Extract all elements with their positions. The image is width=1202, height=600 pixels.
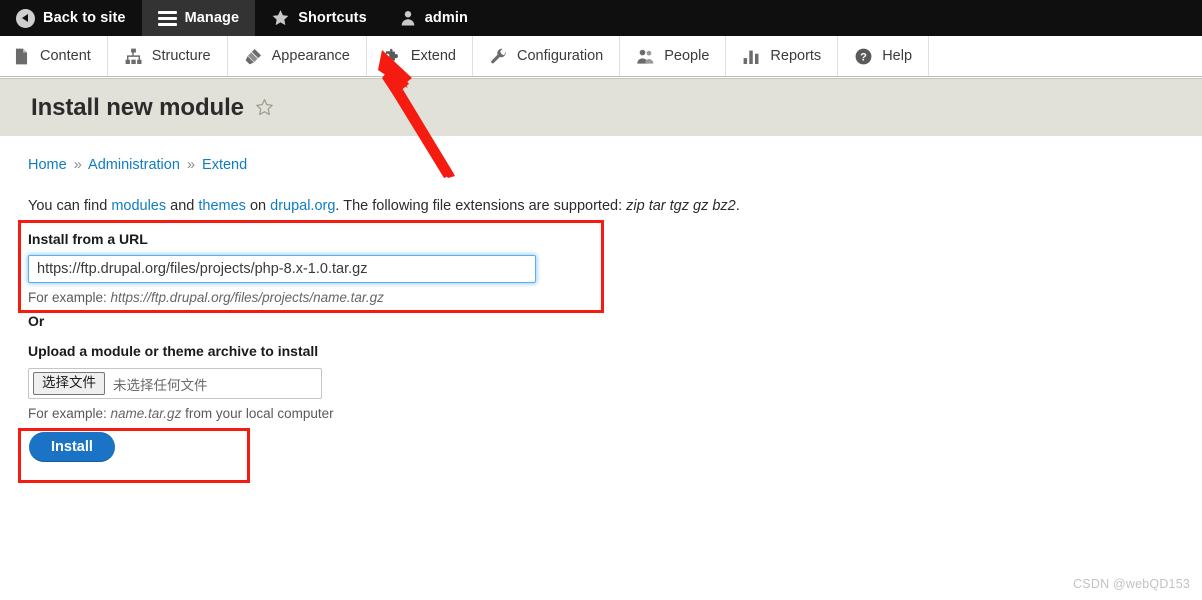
- breadcrumb-item-administration[interactable]: Administration: [88, 157, 180, 173]
- admin-user-label: admin: [424, 9, 468, 26]
- menu-item-extend[interactable]: Extend: [367, 36, 473, 76]
- menu-item-content-label: Content: [40, 48, 91, 64]
- admin-back-to-site[interactable]: Back to site: [0, 0, 142, 36]
- intro-mid3: . The following file extensions are supp…: [335, 198, 627, 214]
- hamburger-icon: [157, 10, 177, 26]
- upload-archive-label: Upload a module or theme archive to inst…: [28, 343, 319, 359]
- no-file-chosen-label: 未选择任何文件: [113, 377, 208, 393]
- intro-mid1: and: [166, 198, 199, 214]
- admin-back-to-site-label: Back to site: [43, 9, 126, 26]
- menu-item-extend-label: Extend: [410, 48, 456, 64]
- intro-text: You can find modules and themes on drupa…: [28, 198, 1202, 214]
- breadcrumb-separator: »: [73, 157, 82, 173]
- menu-item-people[interactable]: People: [620, 36, 727, 76]
- admin-shortcuts-tab[interactable]: Shortcuts: [255, 0, 383, 36]
- bar-chart-icon: [743, 50, 759, 64]
- main-content: Home » Administration » Extend You can f…: [0, 136, 1202, 214]
- admin-menu-bar: Content Structure Appearance Extend Conf…: [0, 36, 1202, 77]
- admin-manage-label: Manage: [184, 9, 240, 26]
- question-mark-icon: ?: [855, 48, 872, 64]
- install-button[interactable]: Install: [29, 432, 115, 462]
- link-themes[interactable]: themes: [198, 198, 246, 214]
- page-root: Back to site Manage Shortcuts admin Cont…: [0, 0, 1202, 600]
- intro-prefix: You can find: [28, 198, 112, 214]
- admin-manage-tab[interactable]: Manage: [141, 0, 256, 36]
- menu-bar-spacer: [929, 36, 1202, 76]
- upload-description-example: name.tar.gz: [110, 406, 182, 421]
- menu-item-help[interactable]: ? Help: [838, 36, 930, 76]
- breadcrumb-item-home[interactable]: Home: [28, 157, 67, 173]
- back-arrow-icon: [16, 8, 35, 28]
- wrench-icon: [491, 48, 506, 63]
- menu-item-appearance-label: Appearance: [271, 48, 350, 64]
- install-url-description-example: https://ftp.drupal.org/files/projects/na…: [110, 290, 384, 305]
- menu-item-appearance[interactable]: Appearance: [228, 36, 367, 76]
- svg-text:?: ?: [860, 51, 867, 63]
- menu-item-content[interactable]: Content: [0, 36, 108, 76]
- admin-shortcuts-label: Shortcuts: [298, 9, 367, 26]
- upload-description-prefix: For example:: [28, 406, 111, 421]
- star-outline-icon[interactable]: [255, 98, 274, 117]
- menu-item-configuration-label: Configuration: [517, 48, 604, 64]
- puzzle-piece-icon: [385, 47, 398, 63]
- file-input[interactable]: 选择文件 未选择任何文件: [28, 368, 322, 399]
- menu-item-reports-label: Reports: [770, 48, 822, 64]
- install-from-url-label: Install from a URL: [28, 231, 148, 247]
- watermark: CSDN @webQD153: [1073, 577, 1190, 591]
- menu-item-structure-label: Structure: [151, 48, 211, 64]
- menu-item-people-label: People: [664, 48, 710, 64]
- page-title-band: Install new module: [0, 78, 1202, 136]
- menu-item-reports[interactable]: Reports: [726, 36, 839, 76]
- install-from-url-field: Install from a URL For example: https://…: [28, 231, 588, 305]
- install-url-input[interactable]: [28, 255, 536, 283]
- install-url-description: For example: https://ftp.drupal.org/file…: [28, 290, 588, 305]
- choose-file-button[interactable]: 选择文件: [33, 372, 105, 395]
- install-url-description-prefix: For example:: [28, 290, 111, 305]
- sitemap-icon: [125, 48, 142, 64]
- menu-item-structure[interactable]: Structure: [108, 36, 228, 76]
- supported-extensions: zip tar tgz gz bz2: [626, 198, 736, 214]
- admin-user-menu[interactable]: admin: [383, 0, 484, 36]
- menu-item-configuration[interactable]: Configuration: [473, 36, 621, 76]
- breadcrumb-item-extend[interactable]: Extend: [202, 157, 247, 173]
- page-title: Install new module: [31, 93, 244, 121]
- link-drupal-org[interactable]: drupal.org: [270, 198, 335, 214]
- upload-archive-description: For example: name.tar.gz from your local…: [28, 406, 334, 421]
- upload-description-suffix: from your local computer: [181, 406, 334, 421]
- intro-mid2: on: [245, 198, 271, 214]
- intro-suffix: .: [735, 198, 740, 214]
- upload-archive-field: Upload a module or theme archive to inst…: [28, 343, 334, 421]
- people-icon: [637, 49, 654, 64]
- or-separator-label: Or: [28, 313, 45, 329]
- star-icon: [271, 9, 290, 27]
- admin-toolbar: Back to site Manage Shortcuts admin: [0, 0, 1202, 36]
- menu-item-help-label: Help: [882, 48, 913, 64]
- paintbrush-icon: [245, 48, 261, 64]
- document-icon: [15, 48, 28, 64]
- user-icon: [399, 9, 417, 27]
- breadcrumb-separator: »: [186, 157, 196, 173]
- breadcrumb: Home » Administration » Extend: [28, 157, 1202, 173]
- link-modules[interactable]: modules: [111, 198, 166, 214]
